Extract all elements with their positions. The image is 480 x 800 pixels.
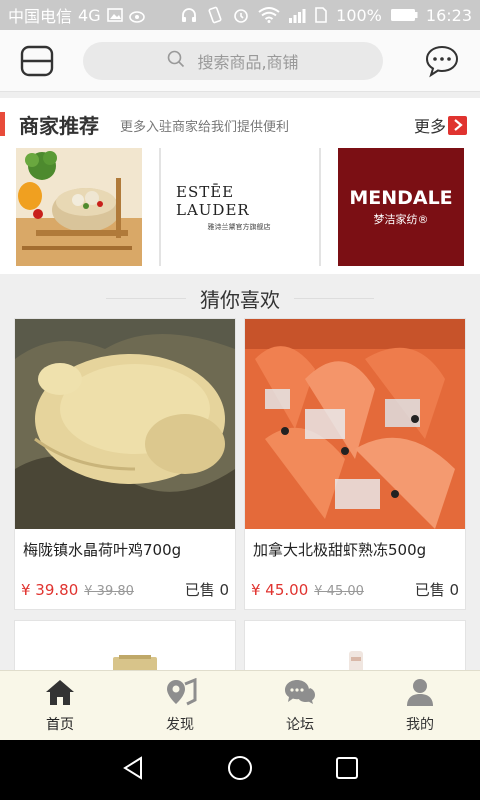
signal-icon [288,7,306,23]
menu-button[interactable] [20,45,54,77]
product-original-price: ¥ 39.80 [84,584,134,599]
nav-item-forum[interactable]: 论坛 [240,671,360,740]
bottom-nav: 首页 发现 论坛 我的 [0,670,480,740]
nav-item-profile[interactable]: 我的 [360,671,480,740]
divider [319,148,321,266]
brand-name: ESTĒE LAUDER [176,182,250,219]
merchant-section: 商家推荐 更多入驻商家给我们提供便利 更多 ESTĒE LAUDER 雅诗兰黛官… [0,98,480,274]
merchant-logo-row: ESTĒE LAUDER 雅诗兰黛官方旗舰店 MENDALE 梦洁家纺® [0,148,480,266]
nav-item-discover[interactable]: 发现 [120,671,240,740]
product-image-chicken [15,319,235,529]
battery-percent: 100% [336,5,382,25]
message-button[interactable] [424,44,460,78]
forum-icon [283,678,317,710]
alarm-icon [232,6,250,24]
merchant-title: 商家推荐 [19,114,99,138]
image-notification-icon [106,7,123,23]
price-row: ¥ 45.00 ¥ 45.00 已售 0 [251,579,459,600]
search-icon [167,50,185,72]
clock: 16:23 [425,5,472,25]
product-card[interactable]: 加拿大北极甜虾熟冻500g ¥ 45.00 ¥ 45.00 已售 0 [244,318,466,610]
recommend-header: 猜你喜欢 [0,280,480,316]
user-icon [405,678,435,710]
recents-icon[interactable] [333,754,361,786]
divider [106,297,186,299]
system-nav-bar [0,740,480,800]
product-name: 梅陇镇水晶荷叶鸡700g [23,541,182,559]
search-placeholder: 搜索商品,商铺 [197,53,299,72]
recommend-title: 猜你喜欢 [200,287,280,312]
status-bar: 中国电信 4G 100% 16:23 [0,0,480,30]
merchant-subtitle: 更多入驻商家给我们提供便利 [120,120,290,135]
home-circle-icon[interactable] [226,754,254,786]
sim-icon [314,7,328,23]
brand-name: MENDALE [349,187,453,209]
nav-label: 我的 [406,716,434,733]
search-input[interactable]: 搜索商品,商铺 [83,42,383,80]
menu-icon [20,45,54,81]
product-image-shrimp [245,319,465,529]
headphones-icon [180,6,198,24]
price-row: ¥ 39.80 ¥ 39.80 已售 0 [21,579,229,600]
divider [294,297,374,299]
chat-bubble-icon [424,45,460,82]
merchant-logo-food[interactable] [16,148,142,266]
nav-item-home[interactable]: 首页 [0,671,120,740]
wifi-icon [258,7,280,23]
network-label: 4G [78,5,101,25]
brand-subtitle: 雅诗兰黛官方旗舰店 [207,222,271,231]
nav-label: 发现 [166,716,194,733]
product-price: ¥ 45.00 [251,581,309,599]
back-icon[interactable] [119,754,147,786]
chevron-right-icon [448,115,468,135]
vibrate-icon [206,6,224,24]
app-root: 中国电信 4G 100% 16:23 搜索商品,商铺 商家推荐 更多入驻商家给我… [0,0,480,800]
carrier-label: 中国电信 [8,7,73,26]
merchant-logo-estee-lauder[interactable]: ESTĒE LAUDER 雅诗兰黛官方旗舰店 [176,148,302,266]
product-sold-count: 已售 0 [184,581,229,599]
weibo-icon [128,7,147,23]
nav-label: 论坛 [286,716,314,733]
product-name: 加拿大北极甜虾熟冻500g [253,541,427,559]
section-accent-bar [0,112,5,136]
merchant-logo-mendale[interactable]: MENDALE 梦洁家纺® [338,148,464,266]
more-merchants-link[interactable]: 更多 [414,113,468,137]
product-card[interactable]: 梅陇镇水晶荷叶鸡700g ¥ 39.80 ¥ 39.80 已售 0 [14,318,236,610]
home-icon [44,678,76,710]
more-label: 更多 [414,117,447,136]
nav-label: 首页 [46,716,74,733]
product-price: ¥ 39.80 [21,581,79,599]
location-pin-icon [163,677,197,710]
divider [159,148,161,266]
top-bar: 搜索商品,商铺 [0,30,480,92]
brand-subtitle: 梦洁家纺® [373,213,429,226]
battery-icon [390,8,418,22]
product-original-price: ¥ 45.00 [314,584,364,599]
product-sold-count: 已售 0 [414,581,459,599]
merchant-header: 商家推荐 更多入驻商家给我们提供便利 更多 [0,110,480,138]
